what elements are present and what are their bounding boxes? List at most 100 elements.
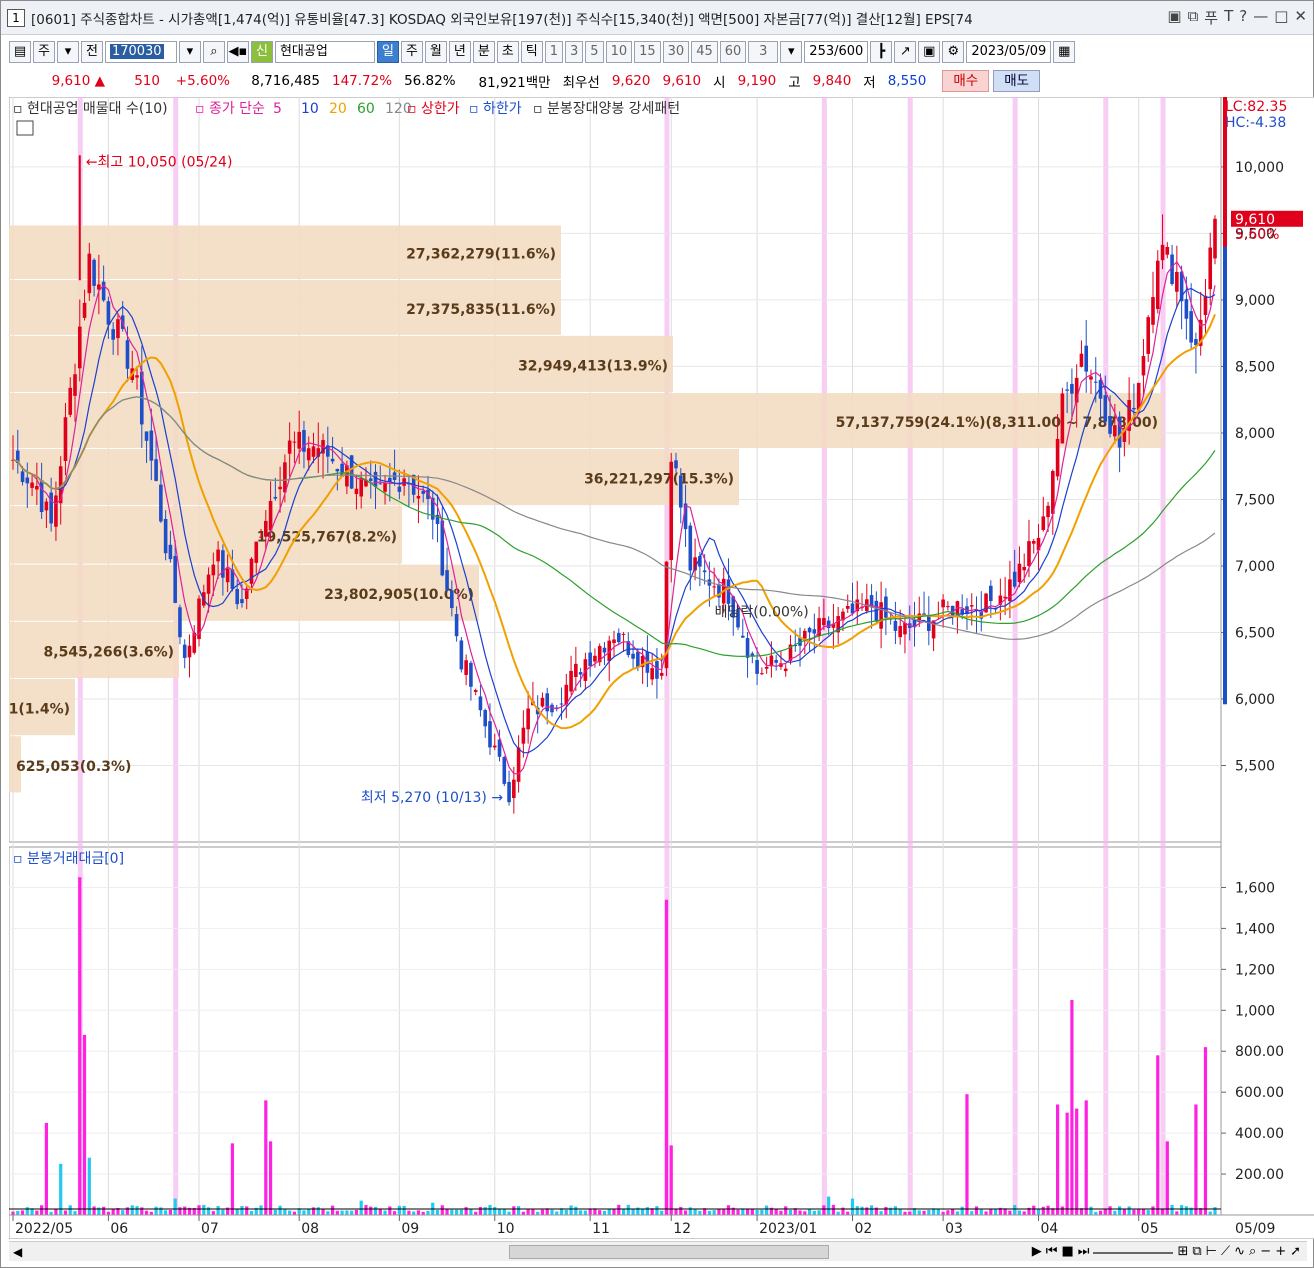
candle-body [264,520,268,537]
font-icon[interactable]: T [1224,7,1233,28]
volume-bar [693,1209,697,1215]
chart-scrollbar[interactable]: ◀ ▶ ⏮ ■ ⏭ ⊞ ⧉ ⊢ ⟋ ∿ ⌕ − + ➚ [9,1241,1307,1261]
volume-axis-label: 600.00 [1235,1085,1284,1101]
period-tick-button[interactable]: 틱 [520,41,543,63]
interval-value-input[interactable]: 3 [748,41,779,63]
search-icon[interactable]: ⌕ [202,41,225,63]
maximize-icon[interactable]: □ [1274,7,1288,28]
help-icon[interactable]: ? [1239,7,1247,28]
volume-axis-label: 1,600 [1235,880,1275,896]
volume-bar [340,1210,344,1215]
interval-15-button[interactable]: 15 [634,41,661,63]
pointer-icon[interactable]: ➚ [1290,1244,1301,1259]
volume-ratio: 147.72% [332,73,393,89]
interval-60-button[interactable]: 60 [719,41,747,63]
candle-body [101,281,106,301]
restore-icon[interactable]: ⧉ [1188,7,1199,28]
best-ask: 9,610 [662,73,702,89]
period-month-button[interactable]: 월 [424,41,447,63]
stock-chart[interactable]: 10,0009,5009,0008,5008,0007,5007,0006,50… [0,96,1314,1240]
interval-45-button[interactable]: 45 [691,41,718,63]
volume-bar [831,1204,836,1215]
volume-bar [645,1207,649,1215]
period-day-button[interactable]: 일 [376,41,399,63]
mode-select[interactable]: 주 [33,41,55,63]
count-input[interactable]: 253/600 [804,41,869,63]
calendar-icon[interactable]: ▦ [1053,41,1076,63]
buy-button[interactable]: 매수 [942,70,990,92]
scroll-left-icon[interactable]: ◀ [13,1245,22,1259]
grid-icon[interactable]: ⊞ [1177,1244,1188,1259]
volume-value: 8,716,485 [251,73,320,89]
close-icon[interactable]: ✕ [1294,7,1307,28]
window-icon[interactable]: ⧉ [1192,1244,1201,1259]
dock-icon[interactable]: ▣ [1167,7,1181,28]
candle-body [1132,407,1136,410]
volume-bar [1127,1206,1131,1215]
trend-icon[interactable]: ⟋ [1221,1244,1230,1259]
stop-icon[interactable]: ■ [1061,1244,1073,1259]
period-minute-button[interactable]: 분 [472,41,495,63]
volume-bar [607,1208,611,1215]
volume-bar [569,1205,573,1215]
play-icon[interactable]: ▶ [1032,1244,1042,1259]
volume-bar [784,1206,788,1215]
rewind-icon[interactable]: ⏮ [1046,1244,1058,1259]
prev-button[interactable]: 전 [80,41,103,63]
chart-type-icon[interactable]: ┣ [870,41,893,63]
wave-icon[interactable]: ∿ [1234,1244,1245,1259]
pin-icon[interactable]: 푸 [1204,7,1218,28]
minimize-icon[interactable]: — [1253,7,1268,28]
interval-3-button[interactable]: 3 [565,41,584,63]
window-number[interactable]: 1 [7,8,25,27]
date-axis-label: 08 [301,1221,319,1237]
code-dropdown-icon[interactable]: ▾ [178,41,201,63]
volume-bar [979,1209,983,1215]
interval-30-button[interactable]: 30 [662,41,690,63]
period-second-button[interactable]: 초 [496,41,519,63]
sell-button[interactable]: 매도 [993,70,1041,92]
candle-body [516,747,521,782]
date-input[interactable]: 2023/05/09 [966,41,1052,63]
settings-icon[interactable]: ⚙ [942,41,965,63]
volume-bar [397,1205,401,1215]
scroll-thumb[interactable] [509,1244,829,1259]
interval-dropdown-icon[interactable]: ▾ [780,41,803,63]
period-year-button[interactable]: 년 [448,41,471,63]
period-week-button[interactable]: 주 [400,41,423,63]
candle-body [116,319,120,339]
zoom-out-icon[interactable]: − [1260,1244,1271,1259]
volume-bar [1032,1205,1036,1215]
volume-bar [359,1200,363,1215]
stock-name-field[interactable]: 현대공업 [274,41,375,63]
volume-bar [102,1206,106,1215]
interval-5-button[interactable]: 5 [585,41,604,63]
volume-bar [283,1209,287,1215]
candle-body [488,721,492,748]
chart-area[interactable]: 10,000 9,500 9,000 8,500 8,000 7,500 7,000 6,50… [0,96,1314,1240]
volume-bar [369,1206,373,1215]
zoom-icon[interactable]: ⌕ [1249,1244,1256,1259]
stock-code-input[interactable]: 170030 [104,41,177,63]
forward-icon[interactable]: ⏭ [1078,1244,1090,1259]
layout-icon[interactable]: ▤ [9,41,31,63]
volume-bar [812,1210,816,1215]
volume-bar [960,1206,964,1215]
date-axis-label: 2023/01 [759,1221,817,1237]
sound-icon[interactable]: ◀▪ [226,41,249,63]
line-tool-icon[interactable]: ↗ [894,41,917,63]
zoom-in-icon[interactable]: + [1275,1244,1286,1259]
price-axis-label: 5,500 [1235,758,1275,774]
save-icon[interactable]: ▣ [918,41,941,63]
candle-body [845,606,850,609]
candle-body [378,483,383,485]
volume-bar [92,1206,96,1215]
candle-body [273,496,278,499]
volume-bar [321,1209,325,1215]
fibo-icon[interactable]: ⊢ [1206,1244,1217,1259]
volume-bar [898,1208,902,1215]
mode-dropdown-icon[interactable]: ▾ [56,41,79,63]
interval-10-button[interactable]: 10 [605,41,633,63]
interval-1-button[interactable]: 1 [544,41,563,63]
speed-slider[interactable] [1093,1244,1174,1254]
